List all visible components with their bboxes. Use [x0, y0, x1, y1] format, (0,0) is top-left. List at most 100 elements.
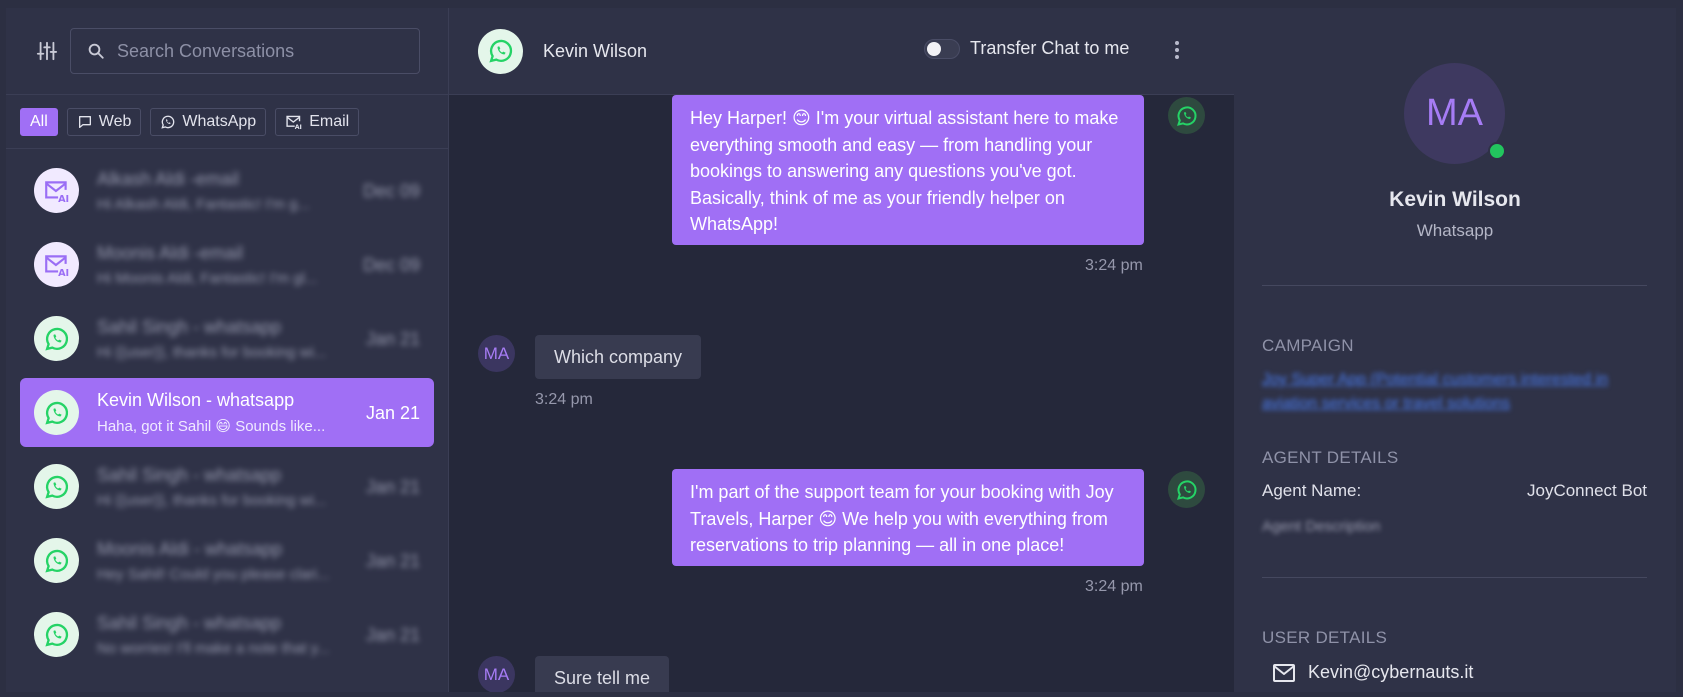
conversation-text: Alkash Aldi -email Hi Alkash Aldi, Fanta… [97, 169, 347, 213]
message-time: 3:24 pm [1085, 578, 1143, 595]
conversation-preview: No worries! I'll make a note that y... [97, 639, 330, 657]
whatsapp-icon [161, 115, 175, 129]
agent-name-row: Agent Name: JoyConnect Bot [1262, 481, 1647, 501]
user-details-heading: USER DETAILS [1262, 628, 1388, 647]
chat-header: Kevin Wilson Transfer Chat to me [449, 8, 1234, 95]
conversation-text: Sahil Singh - whatsapp Hi {{user}}, than… [97, 465, 347, 509]
online-status-dot [1488, 142, 1506, 160]
conversation-name: Kevin Wilson - whatsapp [97, 390, 295, 410]
tab-email-label: Email [309, 112, 350, 130]
search-box[interactable] [70, 28, 420, 74]
conversation-date: Jan 21 [365, 403, 420, 423]
conversation-text: Kevin Wilson - whatsapp Haha, got it Sah… [97, 390, 347, 435]
conversation-preview: Hi {{user}}, thanks for booking wi... [97, 491, 327, 509]
message-incoming: Sure tell me [535, 656, 670, 692]
sender-avatar: MA [478, 335, 515, 372]
ai-mail-icon: AI [34, 168, 79, 213]
more-options-icon[interactable] [1173, 38, 1181, 62]
app-window: All Web WhatsApp AI Email [6, 8, 1676, 692]
contact-profile-panel: MA Kevin Wilson Whatsapp CAMPAIGN Joy Su… [1234, 8, 1676, 692]
conversation-preview: Haha, got it Sahil 😄 Sounds like... [97, 418, 326, 435]
ai-mail-icon: AI [286, 115, 302, 130]
svg-text:AI: AI [295, 123, 302, 129]
message-outgoing: Hey Harper! 😊 I'm your virtual assistant… [672, 95, 1144, 245]
list-item[interactable]: AI Moonis Aldi -email Hi Moonis Aldi, Fa… [20, 230, 434, 299]
tab-email[interactable]: AI Email [275, 107, 360, 136]
profile-channel: Whatsapp [1416, 221, 1494, 240]
agent-name-label: Agent Name: [1262, 481, 1362, 500]
conversation-date: Dec 09 [362, 181, 420, 201]
agent-name-value: JoyConnect Bot [1526, 481, 1647, 500]
conversation-name: Sahil Singh - whatsapp [97, 316, 282, 337]
search-input[interactable] [117, 40, 397, 62]
whatsapp-icon [34, 390, 79, 435]
whatsapp-icon [478, 28, 523, 74]
user-email[interactable]: Kevin@cybernauts.it [1308, 662, 1473, 683]
conversation-text: Moonis Aldi - whatsapp Hey Sahil! Could … [97, 539, 347, 583]
chat-bubble-icon [78, 115, 91, 128]
whatsapp-icon [34, 612, 79, 657]
conversation-text: Sahil Singh - whatsapp Hi {{user}}, than… [97, 317, 347, 361]
list-item[interactable]: Sahil Singh - whatsapp Hi {{user}}, than… [20, 304, 434, 373]
list-item[interactable]: Moonis Aldi - whatsapp Hey Sahil! Could … [20, 526, 434, 595]
whatsapp-icon [34, 464, 79, 509]
conversation-date: Jan 21 [365, 329, 420, 349]
conversation-sidebar: All Web WhatsApp AI Email [6, 8, 449, 692]
list-item-active[interactable]: Kevin Wilson - whatsapp Haha, got it Sah… [20, 378, 434, 447]
message-time: 3:24 pm [535, 391, 593, 408]
conversation-preview: Hi Moonis Aldi, Fantastic! I'm gl... [97, 269, 318, 287]
list-item[interactable]: AI Alkash Aldi -email Hi Alkash Aldi, Fa… [20, 156, 434, 225]
agent-details-heading: AGENT DETAILS [1262, 448, 1399, 467]
svg-text:AI: AI [58, 193, 69, 202]
tab-all[interactable]: All [20, 107, 58, 136]
filter-sliders-icon[interactable] [36, 40, 58, 62]
conversation-date: Jan 21 [365, 477, 420, 497]
conversation-name: Alkash Aldi -email [97, 168, 240, 189]
conversation-date: Jan 21 [365, 625, 420, 645]
campaign-heading: CAMPAIGN [1262, 336, 1354, 355]
transfer-chat-label: Transfer Chat to me [970, 38, 1130, 58]
whatsapp-icon [1168, 97, 1205, 134]
conversation-name: Sahil Singh - whatsapp [97, 612, 282, 633]
divider [1262, 577, 1647, 578]
ai-mail-icon: AI [34, 242, 79, 287]
conversation-text: Sahil Singh - whatsapp No worries! I'll … [97, 613, 347, 657]
search-row [6, 8, 448, 95]
tab-all-label: All [30, 112, 48, 130]
tab-web[interactable]: Web [66, 107, 142, 136]
user-email-row: Kevin@cybernauts.it [1272, 662, 1473, 683]
transfer-chat-control: Transfer Chat to me [924, 38, 1129, 59]
campaign-link[interactable]: Joy Super App (Potential customers inter… [1262, 368, 1647, 416]
conversation-date: Dec 09 [362, 255, 420, 275]
message-outgoing: I'm part of the support team for your bo… [672, 469, 1144, 566]
conversation-text: Moonis Aldi -email Hi Moonis Aldi, Fanta… [97, 243, 347, 287]
whatsapp-icon [34, 538, 79, 583]
conversation-preview: Hi Alkash Aldi, Fantastic! I'm g... [97, 195, 310, 213]
svg-text:AI: AI [58, 267, 69, 276]
conversation-date: Jan 21 [365, 551, 420, 571]
conversation-name: Sahil Singh - whatsapp [97, 464, 282, 485]
list-item[interactable]: Sahil Singh - whatsapp No worries! I'll … [20, 600, 434, 669]
conversation-preview: Hi {{user}}, thanks for booking wi... [97, 343, 327, 361]
mail-icon [1273, 663, 1295, 682]
profile-name: Kevin Wilson [1389, 188, 1521, 211]
conversation-name: Moonis Aldi -email [97, 242, 244, 263]
message-incoming: Which company [535, 335, 702, 379]
conversation-preview: Hey Sahil! Could you please clari... [97, 565, 330, 583]
message-time: 3:24 pm [1085, 257, 1143, 274]
tab-whatsapp-label: WhatsApp [182, 112, 257, 130]
search-icon [88, 43, 104, 59]
sender-avatar: MA [478, 656, 515, 692]
chat-panel: Kevin Wilson Transfer Chat to me Hey Har… [449, 8, 1234, 692]
tab-whatsapp[interactable]: WhatsApp [150, 107, 267, 136]
whatsapp-icon [1168, 471, 1205, 508]
tab-web-label: Web [98, 112, 132, 130]
conversation-name: Moonis Aldi - whatsapp [97, 538, 283, 559]
transfer-chat-toggle[interactable] [924, 38, 960, 59]
list-item[interactable]: Sahil Singh - whatsapp Hi {{user}}, than… [20, 452, 434, 521]
chat-title: Kevin Wilson [543, 40, 648, 61]
divider [1262, 285, 1647, 286]
channel-filter-tabs: All Web WhatsApp AI Email [6, 95, 448, 149]
agent-description: Agent Description [1262, 518, 1381, 535]
conversation-list: AI Alkash Aldi -email Hi Alkash Aldi, Fa… [6, 149, 448, 669]
